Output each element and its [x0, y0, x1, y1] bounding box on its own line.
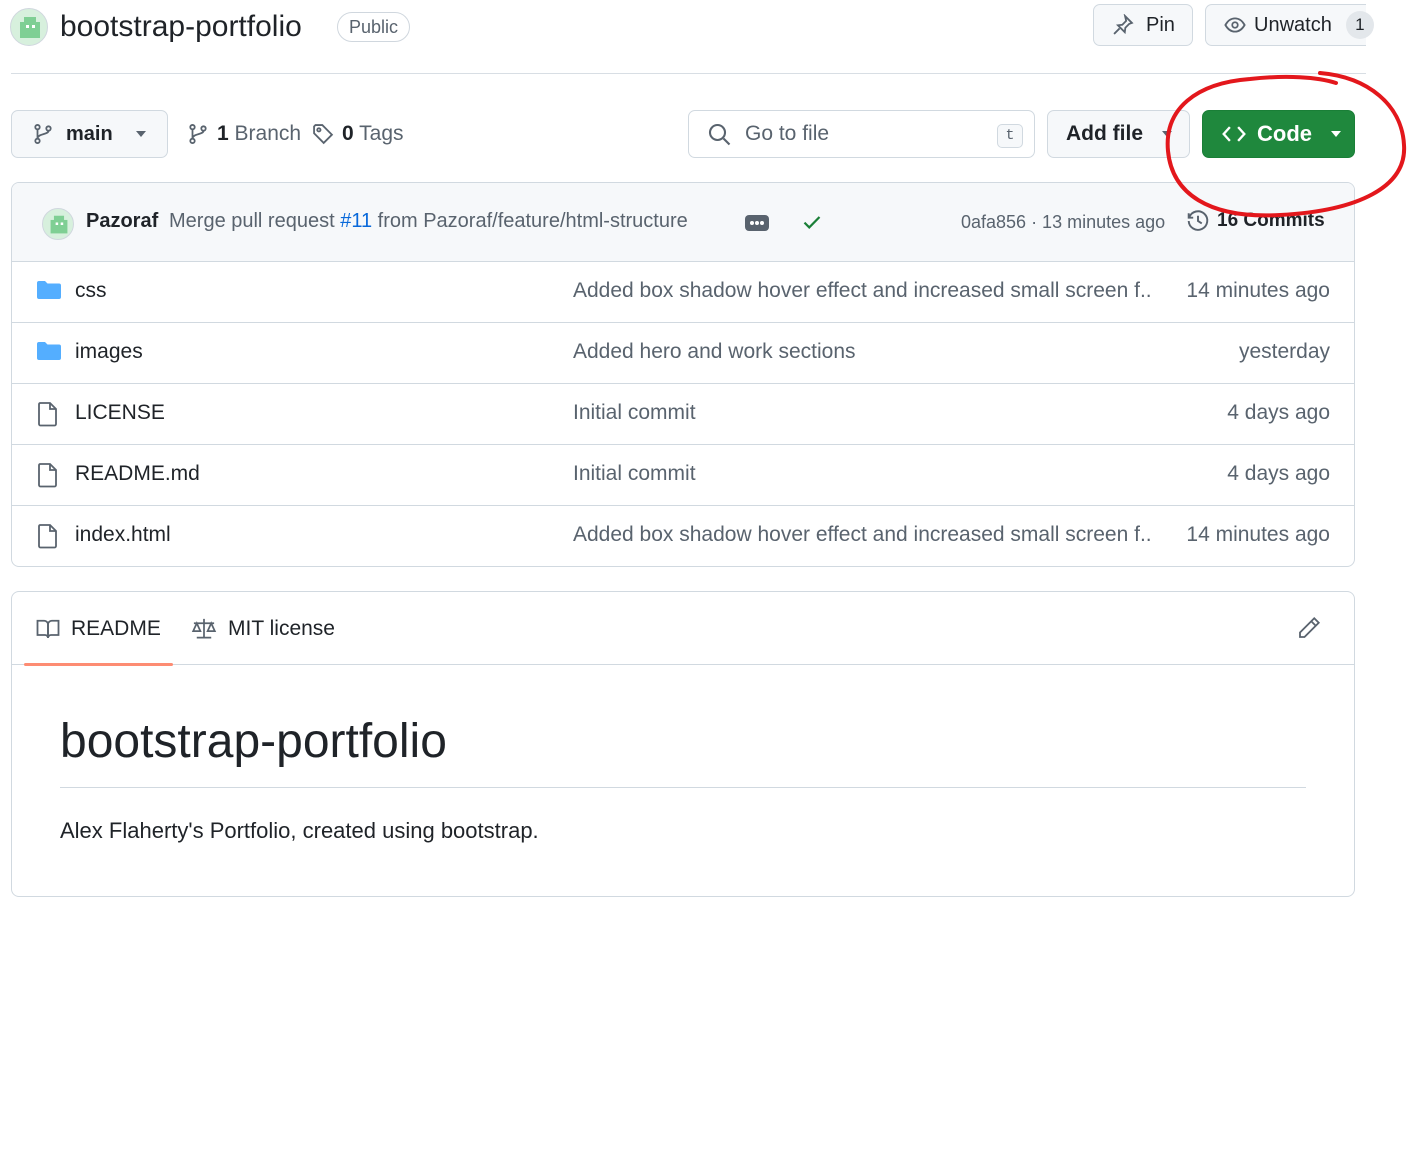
commit-message[interactable]: Merge pull request #11 from Pazoraf/feat…	[169, 210, 688, 233]
file-commit-message[interactable]: Added hero and work sections	[573, 340, 856, 364]
readme-description: Alex Flaherty's Portfolio, created using…	[60, 818, 539, 843]
tab-readme-label: README	[71, 616, 161, 640]
pin-label: Pin	[1146, 13, 1175, 36]
branches-count: 1	[217, 122, 229, 145]
file-commit-age[interactable]: yesterday	[1239, 340, 1330, 364]
add-file-label: Add file	[1066, 122, 1143, 145]
tag-icon	[312, 123, 334, 145]
tags-count: 0	[342, 122, 354, 145]
file-name[interactable]: css	[75, 279, 107, 303]
file-row[interactable]: LICENSE Initial commit 4 days ago	[12, 384, 1354, 445]
file-name[interactable]: README.md	[75, 462, 200, 486]
tab-license-label: MIT license	[228, 616, 335, 640]
readme-heading-rule	[60, 787, 1306, 788]
latest-commit-bar: Pazoraf Merge pull request #11 from Pazo…	[12, 183, 1354, 262]
commit-sha-and-time[interactable]: 0afa856 · 13 minutes ago	[961, 212, 1165, 233]
tags-label: Tags	[359, 122, 404, 145]
search-shortcut-key: t	[997, 124, 1023, 148]
commits-history-link[interactable]: 16 Commits	[1186, 209, 1325, 233]
file-commit-message[interactable]: Added box shadow hover effect and increa…	[573, 279, 1153, 303]
folder-icon	[36, 340, 62, 362]
commit-author[interactable]: Pazoraf	[86, 210, 158, 233]
commit-message-prefix: Merge pull request	[169, 210, 341, 232]
readme-heading: bootstrap-portfolio	[60, 715, 447, 768]
pencil-icon[interactable]	[1297, 616, 1321, 640]
git-branch-icon	[32, 123, 54, 145]
caret-down-icon	[135, 130, 147, 138]
header-divider	[11, 73, 1366, 74]
code-label: Code	[1257, 121, 1312, 146]
pull-request-link[interactable]: #11	[340, 210, 372, 232]
caret-down-icon	[1161, 130, 1173, 138]
branches-label: Branch	[234, 122, 302, 145]
history-icon	[1186, 209, 1210, 233]
readme-tabs: README MIT license	[12, 592, 1354, 666]
pin-button[interactable]: Pin	[1093, 4, 1193, 46]
commit-message-suffix: from Pazoraf/feature/html-structure	[372, 210, 688, 232]
file-name[interactable]: LICENSE	[75, 401, 165, 425]
file-commit-age[interactable]: 4 days ago	[1227, 462, 1330, 486]
file-name[interactable]: images	[75, 340, 143, 364]
unwatch-button[interactable]: Unwatch 1	[1205, 4, 1374, 46]
branches-link[interactable]: 1 Branch	[187, 110, 301, 158]
code-button[interactable]: Code	[1202, 110, 1355, 158]
file-icon	[36, 401, 60, 427]
book-icon	[36, 618, 60, 640]
readme-panel: README MIT license bootstrap-portfolio A…	[11, 591, 1355, 897]
file-commit-age[interactable]: 14 minutes ago	[1186, 279, 1330, 303]
repo-owner-avatar[interactable]	[10, 8, 48, 46]
folder-icon	[36, 279, 62, 301]
eye-icon	[1224, 14, 1246, 36]
pin-icon	[1112, 14, 1134, 36]
commit-author-avatar[interactable]	[42, 208, 74, 240]
file-row[interactable]: css Added box shadow hover effect and in…	[12, 262, 1354, 323]
git-branch-icon	[187, 123, 209, 145]
caret-down-icon	[1330, 130, 1342, 138]
file-row[interactable]: index.html Added box shadow hover effect…	[12, 506, 1354, 566]
file-icon	[36, 462, 60, 488]
file-commit-message[interactable]: Initial commit	[573, 462, 696, 486]
search-input[interactable]	[743, 121, 983, 147]
file-commit-age[interactable]: 14 minutes ago	[1186, 523, 1330, 547]
go-to-file-search[interactable]: t	[688, 110, 1035, 158]
watch-count: 1	[1345, 11, 1374, 39]
tab-readme[interactable]: README	[24, 592, 173, 666]
file-commit-message[interactable]: Added box shadow hover effect and increa…	[573, 523, 1153, 547]
unwatch-label: Unwatch	[1254, 13, 1332, 36]
branch-name: main	[66, 122, 113, 145]
file-commit-age[interactable]: 4 days ago	[1227, 401, 1330, 425]
check-icon[interactable]	[801, 212, 823, 232]
file-row[interactable]: README.md Initial commit 4 days ago	[12, 445, 1354, 506]
law-icon	[191, 617, 217, 641]
search-icon	[707, 122, 731, 146]
visibility-badge: Public	[337, 12, 411, 42]
file-row[interactable]: images Added hero and work sections yest…	[12, 323, 1354, 384]
expand-commit-message-button[interactable]	[745, 215, 769, 231]
active-tab-underline	[24, 663, 173, 666]
code-icon	[1221, 123, 1247, 145]
repo-name[interactable]: bootstrap-portfolio	[60, 8, 302, 46]
file-name[interactable]: index.html	[75, 523, 171, 547]
commits-count-label: 16 Commits	[1217, 210, 1325, 231]
file-icon	[36, 523, 60, 549]
tags-link[interactable]: 0 Tags	[312, 110, 404, 158]
file-browser: Pazoraf Merge pull request #11 from Pazo…	[11, 182, 1355, 567]
add-file-button[interactable]: Add file	[1047, 110, 1190, 158]
file-commit-message[interactable]: Initial commit	[573, 401, 696, 425]
tab-license[interactable]: MIT license	[191, 592, 335, 665]
branch-selector[interactable]: main	[11, 110, 168, 158]
